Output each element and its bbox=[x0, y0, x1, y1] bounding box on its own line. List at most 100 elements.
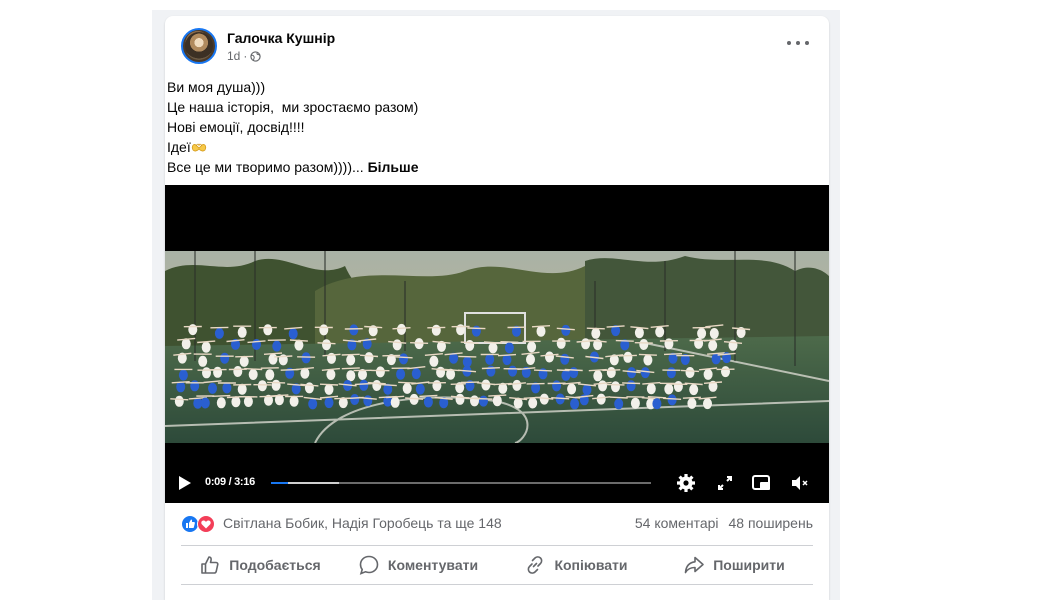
dancer-figure bbox=[222, 382, 232, 394]
dancer-figure bbox=[324, 397, 334, 409]
dancer-figure bbox=[708, 340, 718, 351]
dancer-figure bbox=[375, 366, 385, 378]
duration: 3:16 bbox=[234, 476, 255, 488]
reaction-icons[interactable] bbox=[181, 515, 217, 533]
dancer-figure bbox=[289, 395, 299, 407]
video-player[interactable]: 0:09 / 3:16 bbox=[165, 185, 829, 503]
video-progress-bar[interactable] bbox=[271, 482, 651, 484]
dancer-figure bbox=[721, 366, 730, 378]
post-text-line: Ідеї bbox=[167, 139, 191, 155]
thumbs-up-icon bbox=[201, 556, 219, 574]
dancer-figure bbox=[666, 367, 676, 379]
video-controls: 0:09 / 3:16 bbox=[165, 459, 829, 503]
dancer-figure bbox=[364, 352, 374, 364]
dancer-figure bbox=[630, 397, 640, 409]
comment-button[interactable]: Коментувати bbox=[339, 547, 497, 583]
current-time: 0:09 bbox=[205, 476, 226, 488]
dancer-figure bbox=[208, 382, 217, 394]
dancer-figure bbox=[322, 339, 331, 351]
dancer-arms bbox=[458, 355, 477, 358]
dancer-figure bbox=[429, 355, 439, 367]
dancer-figure bbox=[216, 397, 226, 409]
dancer-figure bbox=[411, 368, 421, 380]
dot bbox=[805, 41, 809, 45]
dancer-figure bbox=[272, 340, 282, 352]
divider bbox=[181, 584, 813, 585]
reaction-counts: 54 коментарі 48 поширень bbox=[635, 515, 813, 531]
dancer-figure bbox=[324, 383, 334, 395]
dancer-figure bbox=[346, 370, 356, 382]
like-button[interactable]: Подобається bbox=[181, 547, 339, 583]
dancer-arms bbox=[663, 397, 682, 400]
copy-link-button[interactable]: Копіювати bbox=[497, 547, 655, 583]
dancer-figure bbox=[415, 383, 425, 395]
dancer-figure bbox=[481, 379, 491, 391]
dancer-figure bbox=[436, 366, 446, 378]
post-text-line-emoji: Ідеї bbox=[167, 137, 419, 157]
dancer-figure bbox=[301, 352, 311, 364]
share-button[interactable]: Поширити bbox=[655, 547, 813, 583]
dancer-figure bbox=[689, 384, 699, 396]
dancer-figure bbox=[664, 383, 674, 395]
dancer-figure bbox=[396, 368, 406, 380]
play-icon[interactable] bbox=[179, 476, 191, 490]
dancer-arms bbox=[170, 398, 189, 401]
heart-hands-emoji bbox=[191, 143, 206, 152]
dancer-figure bbox=[527, 341, 537, 353]
author-name[interactable]: Галочка Кушнір bbox=[227, 30, 335, 46]
settings-gear-icon[interactable] bbox=[675, 472, 697, 494]
dancer-figure bbox=[570, 398, 580, 410]
muted-speaker-icon[interactable] bbox=[789, 472, 811, 494]
dancer-arms bbox=[244, 367, 263, 371]
dancer-arms bbox=[212, 394, 231, 397]
dancer-figure bbox=[402, 382, 412, 394]
dancer-figure bbox=[308, 398, 318, 410]
dancer-figure bbox=[201, 341, 211, 353]
dancer-figure bbox=[561, 369, 571, 381]
dancer-figure bbox=[470, 395, 479, 407]
love-reaction-icon bbox=[197, 515, 215, 533]
dancer-figure bbox=[569, 367, 579, 379]
dancer-figure bbox=[556, 337, 566, 349]
copy-label: Копіювати bbox=[554, 557, 628, 573]
dancer-figure bbox=[486, 365, 496, 377]
dancer-arms bbox=[341, 353, 360, 356]
dancer-figure bbox=[239, 355, 249, 367]
dancer-figure bbox=[431, 324, 441, 336]
shares-count[interactable]: 48 поширень bbox=[729, 515, 813, 531]
author-avatar[interactable] bbox=[181, 28, 217, 64]
see-more-link[interactable]: Більше bbox=[368, 159, 419, 175]
dancer-figure bbox=[237, 326, 247, 338]
dancer-arms bbox=[317, 342, 336, 345]
globe-icon bbox=[250, 50, 262, 62]
dancer-figure bbox=[479, 395, 488, 407]
dancer-figure bbox=[640, 367, 650, 379]
dancer-figure bbox=[220, 352, 230, 364]
dancer-figure bbox=[174, 395, 184, 407]
played-bar bbox=[271, 482, 289, 484]
dancer-figure bbox=[397, 323, 406, 335]
dancer-arms bbox=[410, 342, 429, 344]
dancer-figure bbox=[471, 325, 481, 337]
picture-in-picture-icon[interactable] bbox=[750, 472, 772, 494]
comments-count[interactable]: 54 коментарі bbox=[635, 515, 719, 531]
dancer-arms bbox=[274, 355, 293, 358]
reaction-names[interactable]: Світлана Бобик, Надія Горобець та ще 148 bbox=[223, 515, 502, 531]
dancer-arms bbox=[481, 367, 500, 370]
comment-bubble-icon bbox=[359, 555, 379, 575]
dancer-figure bbox=[655, 326, 665, 338]
dancer-figure bbox=[390, 396, 400, 408]
post-time[interactable]: 1d bbox=[227, 49, 240, 63]
more-options-button[interactable] bbox=[787, 36, 809, 50]
dancer-arms bbox=[533, 369, 553, 372]
time-separator: / bbox=[225, 476, 235, 488]
dancer-figure bbox=[488, 342, 498, 354]
dancer-figure bbox=[263, 324, 273, 336]
dancer-arms bbox=[586, 327, 605, 330]
fullscreen-icon[interactable] bbox=[714, 472, 736, 494]
dancer-figure bbox=[596, 393, 606, 405]
dancer-figure bbox=[664, 338, 674, 350]
dancer-figure bbox=[326, 369, 336, 380]
post-text-line: Це наша історія, ми зростаємо разом) bbox=[167, 99, 419, 115]
share-arrow-icon bbox=[684, 556, 705, 574]
